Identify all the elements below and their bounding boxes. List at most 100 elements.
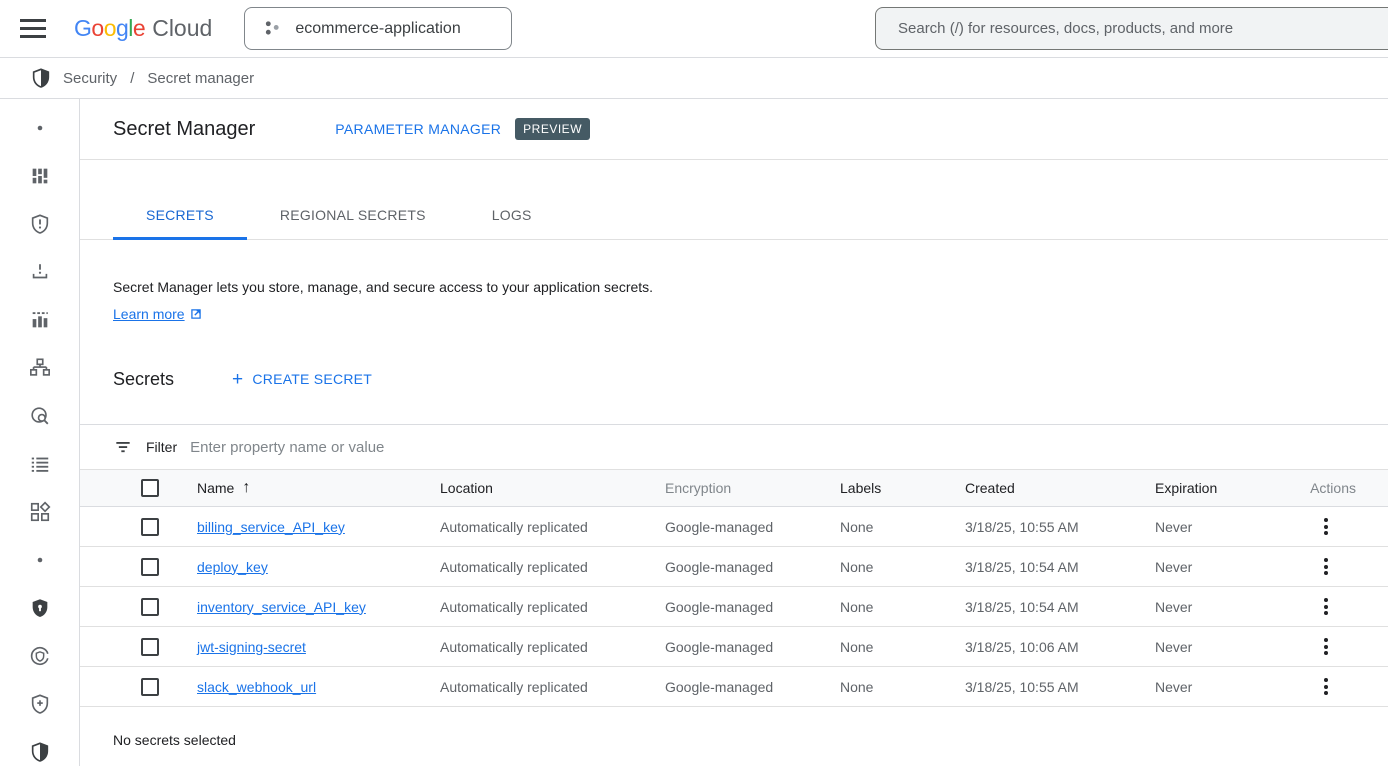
project-selector[interactable]: ecommerce-application bbox=[244, 7, 512, 50]
column-header-labels: Labels bbox=[840, 480, 965, 496]
tab-bar: SECRETS REGIONAL SECRETS LOGS bbox=[80, 192, 1388, 240]
secret-name-link[interactable]: inventory_service_API_key bbox=[197, 599, 440, 615]
tab-secrets[interactable]: SECRETS bbox=[113, 192, 247, 240]
created-cell: 3/18/25, 10:54 AM bbox=[965, 599, 1155, 615]
row-actions-menu-icon[interactable] bbox=[1314, 515, 1338, 539]
column-header-expiration: Expiration bbox=[1155, 480, 1300, 496]
row-actions-menu-icon[interactable] bbox=[1314, 635, 1338, 659]
list-view-icon[interactable] bbox=[28, 452, 52, 476]
row-actions-menu-icon[interactable] bbox=[1314, 675, 1338, 699]
sort-ascending-icon: ↑ bbox=[242, 479, 250, 497]
table-row: jwt-signing-secret Automatically replica… bbox=[80, 627, 1388, 667]
secret-name-link[interactable]: slack_webhook_url bbox=[197, 679, 440, 695]
name-header-label: Name bbox=[197, 480, 234, 496]
secrets-table: Filter Name ↑ Location Encryption Labels… bbox=[80, 424, 1388, 707]
description-block: Secret Manager lets you store, manage, a… bbox=[80, 277, 1388, 324]
project-name: ecommerce-application bbox=[295, 20, 460, 38]
breadcrumb-current: Secret manager bbox=[147, 70, 254, 87]
table-header-row: Name ↑ Location Encryption Labels Create… bbox=[80, 469, 1388, 507]
plus-icon: + bbox=[232, 370, 243, 389]
shield-lock-filled-icon[interactable] bbox=[28, 596, 52, 620]
location-cell: Automatically replicated bbox=[440, 599, 665, 615]
encryption-cell: Google-managed bbox=[665, 519, 840, 535]
column-header-created: Created bbox=[965, 480, 1155, 496]
google-wordmark: Google bbox=[74, 15, 145, 42]
location-cell: Automatically replicated bbox=[440, 519, 665, 535]
table-row: slack_webhook_url Automatically replicat… bbox=[80, 667, 1388, 707]
labels-cell: None bbox=[840, 679, 965, 695]
selection-status-text: No secrets selected bbox=[80, 732, 1388, 748]
bar-chart-icon[interactable] bbox=[28, 308, 52, 332]
section-heading: Secrets bbox=[113, 369, 174, 390]
secret-name-link[interactable]: jwt-signing-secret bbox=[197, 639, 440, 655]
search-scanner-icon[interactable] bbox=[28, 404, 52, 428]
column-header-name[interactable]: Name ↑ bbox=[197, 479, 440, 497]
create-secret-button[interactable]: + CREATE SECRET bbox=[232, 370, 372, 389]
description-text: Secret Manager lets you store, manage, a… bbox=[113, 277, 1388, 297]
dot-indicator-icon bbox=[28, 548, 52, 572]
breadcrumb-section[interactable]: Security bbox=[63, 70, 117, 87]
column-header-location: Location bbox=[440, 480, 665, 496]
encryption-cell: Google-managed bbox=[665, 639, 840, 655]
breadcrumb: Security / Secret manager bbox=[0, 58, 1388, 99]
page-header: Secret Manager PARAMETER MANAGER PREVIEW bbox=[80, 99, 1388, 160]
external-link-icon bbox=[189, 307, 203, 321]
search-input[interactable] bbox=[875, 7, 1388, 50]
row-actions-menu-icon[interactable] bbox=[1314, 555, 1338, 579]
column-header-actions: Actions bbox=[1310, 480, 1388, 496]
preview-badge: PREVIEW bbox=[515, 118, 590, 140]
hamburger-menu-icon[interactable] bbox=[20, 17, 48, 41]
breadcrumb-separator: / bbox=[128, 70, 136, 87]
select-all-checkbox[interactable] bbox=[141, 479, 159, 497]
expiration-cell: Never bbox=[1155, 679, 1300, 695]
table-row: deploy_key Automatically replicated Goog… bbox=[80, 547, 1388, 587]
labels-cell: None bbox=[840, 559, 965, 575]
tab-logs[interactable]: LOGS bbox=[459, 192, 565, 240]
learn-more-link[interactable]: Learn more bbox=[113, 304, 203, 324]
shield-plus-icon[interactable] bbox=[28, 692, 52, 716]
filter-input[interactable] bbox=[190, 439, 1388, 456]
project-icon bbox=[263, 19, 282, 38]
labels-cell: None bbox=[840, 519, 965, 535]
created-cell: 3/18/25, 10:06 AM bbox=[965, 639, 1155, 655]
install-alert-icon[interactable] bbox=[28, 260, 52, 284]
encryption-cell: Google-managed bbox=[665, 679, 840, 695]
location-cell: Automatically replicated bbox=[440, 679, 665, 695]
create-secret-label: CREATE SECRET bbox=[252, 371, 372, 387]
row-checkbox[interactable] bbox=[141, 638, 159, 656]
row-checkbox[interactable] bbox=[141, 558, 159, 576]
filter-label: Filter bbox=[146, 439, 177, 455]
row-checkbox[interactable] bbox=[141, 678, 159, 696]
secret-name-link[interactable]: billing_service_API_key bbox=[197, 519, 440, 535]
google-cloud-logo[interactable]: Google Cloud bbox=[74, 15, 212, 42]
widgets-diamond-icon[interactable] bbox=[28, 500, 52, 524]
row-actions-menu-icon[interactable] bbox=[1314, 595, 1338, 619]
filter-icon bbox=[113, 437, 133, 457]
shield-alert-icon[interactable] bbox=[28, 212, 52, 236]
dot-indicator-icon bbox=[28, 116, 52, 140]
top-app-bar: Google Cloud ecommerce-application bbox=[0, 0, 1388, 58]
org-tree-icon[interactable] bbox=[28, 356, 52, 380]
mosaic-dashboard-icon[interactable] bbox=[28, 164, 52, 188]
labels-cell: None bbox=[840, 639, 965, 655]
learn-more-label: Learn more bbox=[113, 304, 185, 324]
created-cell: 3/18/25, 10:55 AM bbox=[965, 679, 1155, 695]
row-checkbox[interactable] bbox=[141, 598, 159, 616]
table-row: billing_service_API_key Automatically re… bbox=[80, 507, 1388, 547]
expiration-cell: Never bbox=[1155, 599, 1300, 615]
row-checkbox[interactable] bbox=[141, 518, 159, 536]
secret-name-link[interactable]: deploy_key bbox=[197, 559, 440, 575]
security-products-sidebar bbox=[0, 99, 80, 766]
shield-half-icon[interactable] bbox=[28, 740, 52, 764]
location-cell: Automatically replicated bbox=[440, 639, 665, 655]
secrets-heading-row: Secrets + CREATE SECRET bbox=[80, 359, 1388, 399]
created-cell: 3/18/25, 10:55 AM bbox=[965, 519, 1155, 535]
expiration-cell: Never bbox=[1155, 519, 1300, 535]
tab-regional-secrets[interactable]: REGIONAL SECRETS bbox=[247, 192, 459, 240]
compliance-circle-shield-icon[interactable] bbox=[28, 644, 52, 668]
parameter-manager-link[interactable]: PARAMETER MANAGER bbox=[335, 121, 501, 137]
encryption-cell: Google-managed bbox=[665, 599, 840, 615]
main-content: Secret Manager PARAMETER MANAGER PREVIEW… bbox=[80, 99, 1388, 766]
security-shield-icon bbox=[30, 67, 52, 89]
created-cell: 3/18/25, 10:54 AM bbox=[965, 559, 1155, 575]
